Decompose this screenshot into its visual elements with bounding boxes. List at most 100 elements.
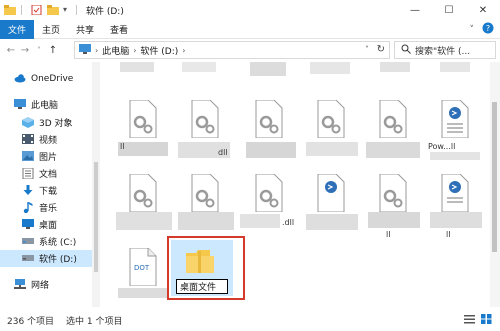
file-item[interactable]: dll xyxy=(176,92,236,174)
blurred-label xyxy=(306,214,358,230)
sidebar-item-label: 下载 xyxy=(39,187,58,197)
sidebar-item-network[interactable]: 网络 xyxy=(0,276,92,293)
new-folder-icon[interactable] xyxy=(47,5,59,15)
file-item[interactable] xyxy=(364,92,424,174)
video-icon xyxy=(22,134,34,145)
title-bar: ▾ 软件 (D:) — ☐ ✕ xyxy=(0,0,500,20)
maximize-button[interactable]: ☐ xyxy=(432,0,466,20)
ribbon-tabs: 文件 主页 共享 查看 ˅ ? xyxy=(0,19,500,39)
picture-icon xyxy=(22,151,34,162)
forward-button[interactable]: → xyxy=(18,41,32,59)
file-label: ll xyxy=(386,230,391,239)
refresh-button[interactable]: ↻ xyxy=(377,44,385,55)
desktop-icon xyxy=(22,219,34,230)
sidebar-item-label: OneDrive xyxy=(31,73,74,84)
tab-view[interactable]: 查看 xyxy=(102,20,136,39)
blurred-label xyxy=(118,142,168,156)
sidebar-item-documents[interactable]: 文档 xyxy=(0,165,92,182)
sidebar-scrollbar[interactable] xyxy=(92,62,100,307)
file-item[interactable] xyxy=(114,166,174,248)
content-scrollbar[interactable] xyxy=(490,62,500,307)
powershell-file-icon xyxy=(441,174,469,212)
blurred-label xyxy=(116,212,172,230)
customize-dropdown-icon[interactable]: ▾ xyxy=(63,5,71,15)
file-item[interactable]: ll xyxy=(114,92,174,174)
breadcrumb-separator: › xyxy=(95,45,99,55)
back-button[interactable]: ← xyxy=(4,41,18,59)
file-type-label: DOT xyxy=(134,264,150,272)
sidebar-item-label: 软件 (D:) xyxy=(39,255,77,265)
file-item[interactable] xyxy=(302,92,362,174)
sidebar-item-drive-c[interactable]: 系统 (C:) xyxy=(0,233,92,250)
tab-home[interactable]: 主页 xyxy=(34,20,68,39)
tab-share[interactable]: 共享 xyxy=(68,20,102,39)
details-view-icon[interactable] xyxy=(464,314,475,327)
separator xyxy=(21,5,22,15)
file-list: ll dll Pow...ll .dll ll ll DOT xyxy=(100,62,490,307)
large-icons-view-icon[interactable] xyxy=(481,314,492,327)
drive-icon xyxy=(22,236,34,247)
status-bar: 236 个项目 选中 1 个项目 xyxy=(0,309,500,331)
cube-icon xyxy=(22,117,34,128)
file-label: Pow...ll xyxy=(428,142,456,151)
sidebar-item-onedrive[interactable]: OneDrive xyxy=(0,70,92,87)
drive-icon xyxy=(22,253,34,264)
window-controls: — ☐ ✕ xyxy=(398,0,500,20)
minimize-button[interactable]: — xyxy=(398,0,432,20)
document-icon xyxy=(22,167,34,180)
close-button[interactable]: ✕ xyxy=(466,0,500,20)
up-button[interactable]: ↑ xyxy=(46,41,60,59)
properties-icon[interactable] xyxy=(31,4,43,16)
blurred-label xyxy=(306,142,358,156)
breadcrumb-drive-d[interactable]: 软件 (D:) xyxy=(140,44,178,57)
expand-ribbon-icon[interactable]: ˅ xyxy=(470,25,475,35)
address-bar[interactable]: › 此电脑 › 软件 (D:) › ˅ ↻ xyxy=(74,41,390,59)
dll-file-icon xyxy=(255,174,283,212)
recent-locations-button[interactable]: ˅ xyxy=(32,41,46,59)
dll-file-icon xyxy=(191,100,219,138)
dll-file-icon xyxy=(191,174,219,212)
file-label: .dll xyxy=(282,218,295,227)
network-icon xyxy=(14,279,26,290)
help-icon[interactable]: ? xyxy=(482,22,494,37)
dll-file-icon xyxy=(379,174,407,212)
scrollbar-thumb[interactable] xyxy=(492,102,497,252)
sidebar-item-3d-objects[interactable]: 3D 对象 xyxy=(0,114,92,131)
folder-icon xyxy=(4,5,16,15)
file-item[interactable] xyxy=(240,92,300,174)
sidebar-item-videos[interactable]: 视频 xyxy=(0,131,92,148)
sidebar-item-label: 视频 xyxy=(39,136,58,146)
navigation-pane: OneDrive 此电脑 3D 对象 视频 图片 文档 下载 音乐 桌面 系统 … xyxy=(0,62,92,307)
tab-file[interactable]: 文件 xyxy=(0,19,34,39)
file-item[interactable]: .dll xyxy=(240,166,300,248)
breadcrumb-separator: › xyxy=(182,45,186,55)
svg-text:?: ? xyxy=(486,24,490,33)
sidebar-item-drive-d[interactable]: 软件 (D:) xyxy=(0,250,92,267)
music-icon xyxy=(22,202,34,214)
rename-field[interactable]: 桌面文件 xyxy=(176,279,228,294)
dll-file-icon xyxy=(129,174,157,212)
file-item[interactable] xyxy=(302,166,362,248)
sidebar-item-pictures[interactable]: 图片 xyxy=(0,148,92,165)
folder-icon[interactable] xyxy=(184,247,216,275)
dll-file-icon xyxy=(129,100,157,138)
computer-icon xyxy=(14,99,26,110)
search-input[interactable]: 搜索"软件 (... xyxy=(394,41,496,59)
window-title: 软件 (D:) xyxy=(86,6,124,17)
powershell-file-icon xyxy=(317,174,345,212)
address-dropdown-icon[interactable]: ˅ xyxy=(365,45,369,54)
file-item[interactable]: ll xyxy=(364,166,424,248)
scrollbar-thumb[interactable] xyxy=(94,162,98,272)
file-item[interactable]: Pow...ll xyxy=(426,92,486,174)
sidebar-item-downloads[interactable]: 下载 xyxy=(0,182,92,199)
view-switcher xyxy=(464,314,492,327)
sidebar-item-this-pc[interactable]: 此电脑 xyxy=(0,96,92,113)
file-label: dll xyxy=(218,148,228,157)
blurred-label xyxy=(430,152,480,160)
blurred-label xyxy=(240,214,280,228)
sidebar-item-desktop[interactable]: 桌面 xyxy=(0,216,92,233)
sidebar-item-music[interactable]: 音乐 xyxy=(0,199,92,216)
file-item[interactable]: ll xyxy=(426,166,486,248)
breadcrumb-this-pc[interactable]: 此电脑 xyxy=(102,44,129,57)
blurred-label xyxy=(178,212,234,230)
